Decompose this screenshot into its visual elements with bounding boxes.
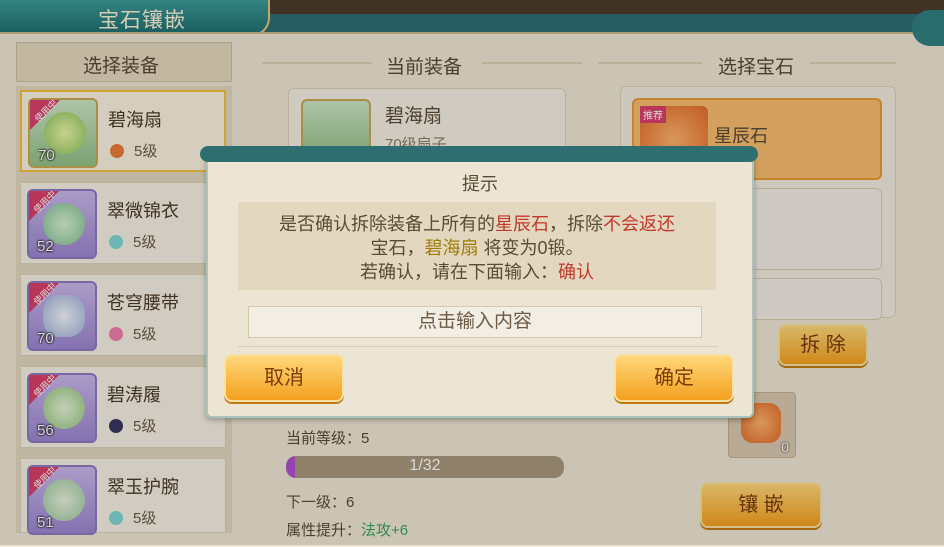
- dialog-message: 是否确认拆除装备上所有的星辰石，拆除不会返还 宝石，碧海扇 将变为0锻。 若确认…: [238, 202, 716, 290]
- confirm-dialog: 提示 是否确认拆除装备上所有的星辰石，拆除不会返还 宝石，碧海扇 将变为0锻。 …: [200, 146, 758, 418]
- message-line-1: 是否确认拆除装备上所有的星辰石，拆除不会返还: [238, 212, 716, 236]
- dialog-divider: [238, 346, 718, 347]
- confirm-keyword: 确认: [558, 262, 594, 282]
- dialog-header-bar: [200, 146, 758, 162]
- message-text: 若确认，请在下面输入：: [360, 262, 558, 282]
- message-text: ，拆除: [549, 214, 603, 234]
- cancel-button[interactable]: 取消: [224, 354, 344, 402]
- warning-highlight: 不会返还: [603, 214, 675, 234]
- dialog-title: 提示: [462, 174, 498, 194]
- confirm-text-input[interactable]: 点击输入内容: [248, 306, 702, 338]
- gem-name-highlight: 星辰石: [495, 214, 549, 234]
- message-line-3: 若确认，请在下面输入：确认: [238, 260, 716, 284]
- message-text: 将变为0锻。: [478, 238, 584, 258]
- message-text: 是否确认拆除装备上所有的: [279, 214, 495, 234]
- message-text: 宝石，: [370, 238, 425, 258]
- message-line-2: 宝石，碧海扇 将变为0锻。: [238, 236, 716, 260]
- confirm-button[interactable]: 确定: [614, 354, 734, 402]
- equipment-name-highlight: 碧海扇: [424, 238, 479, 258]
